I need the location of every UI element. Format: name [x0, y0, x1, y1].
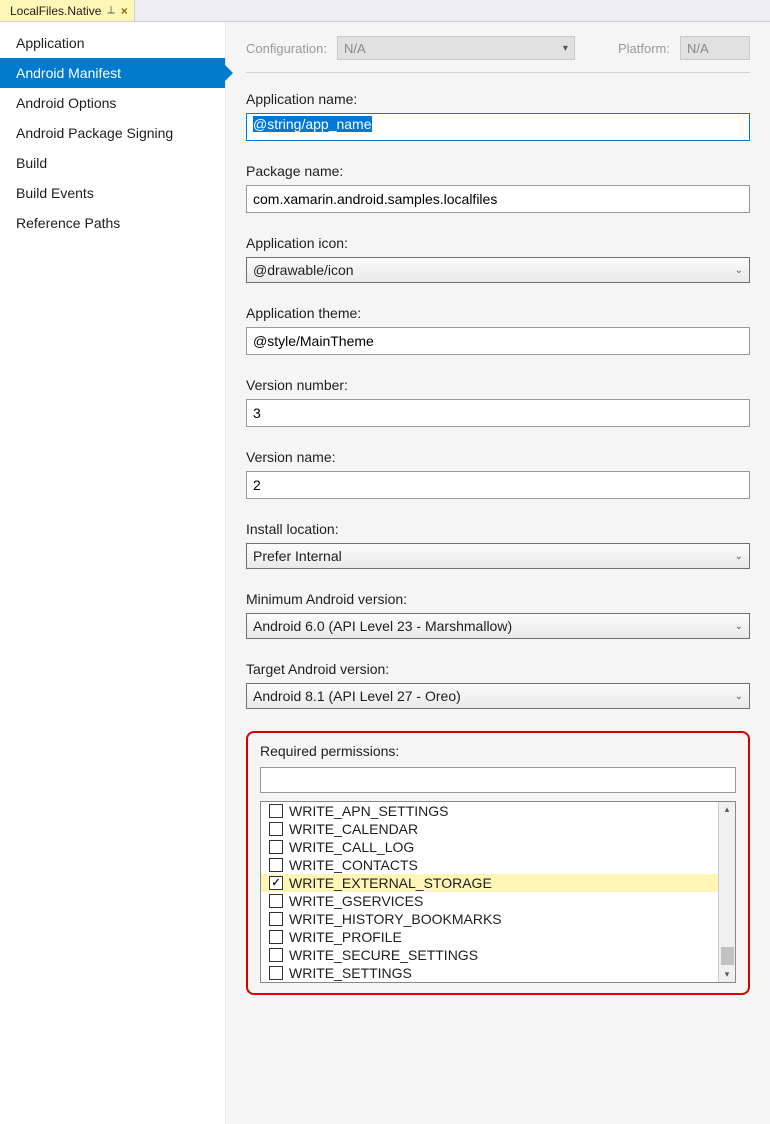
permission-checkbox[interactable]	[269, 858, 283, 872]
sidebar-item-application[interactable]: Application	[0, 28, 225, 58]
permission-checkbox[interactable]	[269, 804, 283, 818]
config-bar: Configuration: N/A ▾ Platform: N/A	[246, 36, 750, 73]
install-location-label: Install location:	[246, 521, 750, 537]
close-icon[interactable]: ×	[121, 4, 128, 18]
min-android-label: Minimum Android version:	[246, 591, 750, 607]
app-icon-dropdown[interactable]: @drawable/icon ⌄	[246, 257, 750, 283]
app-name-label: Application name:	[246, 91, 750, 107]
version-name-label: Version name:	[246, 449, 750, 465]
document-tab[interactable]: LocalFiles.Native ⟂ ×	[0, 0, 135, 21]
content-panel: Configuration: N/A ▾ Platform: N/A Appli…	[225, 22, 770, 1124]
version-name-input[interactable]	[246, 471, 750, 499]
permissions-list[interactable]: WRITE_APN_SETTINGS WRITE_CALENDAR WRITE_CA…	[261, 802, 718, 982]
sidebar-item-reference-paths[interactable]: Reference Paths	[0, 208, 225, 238]
permission-row[interactable]: WRITE_SETTINGS	[261, 964, 718, 982]
permission-name: WRITE_SECURE_SETTINGS	[289, 947, 478, 963]
version-number-label: Version number:	[246, 377, 750, 393]
permission-row[interactable]: WRITE_CALENDAR	[261, 820, 718, 838]
target-android-dropdown[interactable]: Android 8.1 (API Level 27 - Oreo) ⌄	[246, 683, 750, 709]
sidebar-item-android-package-signing[interactable]: Android Package Signing	[0, 118, 225, 148]
target-android-label: Target Android version:	[246, 661, 750, 677]
sidebar-item-build[interactable]: Build	[0, 148, 225, 178]
package-name-label: Package name:	[246, 163, 750, 179]
platform-dropdown: N/A	[680, 36, 750, 60]
permission-name: WRITE_EXTERNAL_STORAGE	[289, 875, 492, 891]
permission-checkbox[interactable]	[269, 876, 283, 890]
config-label: Configuration:	[246, 41, 327, 56]
permission-checkbox[interactable]	[269, 822, 283, 836]
permission-row[interactable]: WRITE_APN_SETTINGS	[261, 802, 718, 820]
permission-name: WRITE_CONTACTS	[289, 857, 418, 873]
permission-name: WRITE_CALL_LOG	[289, 839, 414, 855]
permission-name: WRITE_APN_SETTINGS	[289, 803, 448, 819]
permission-row[interactable]: WRITE_CONTACTS	[261, 856, 718, 874]
permission-name: WRITE_SETTINGS	[289, 965, 412, 981]
permission-name: WRITE_PROFILE	[289, 929, 402, 945]
pin-icon[interactable]: ⟂	[107, 4, 114, 17]
chevron-down-icon: ⌄	[735, 551, 743, 562]
chevron-down-icon: ⌄	[735, 691, 743, 702]
chevron-down-icon: ⌄	[735, 265, 743, 276]
permission-checkbox[interactable]	[269, 894, 283, 908]
app-name-input[interactable]: @string/app_name	[246, 113, 750, 141]
permission-row[interactable]: WRITE_HISTORY_BOOKMARKS	[261, 910, 718, 928]
permissions-label: Required permissions:	[260, 743, 736, 759]
sidebar-item-android-options[interactable]: Android Options	[0, 88, 225, 118]
package-name-input[interactable]	[246, 185, 750, 213]
permission-name: WRITE_GSERVICES	[289, 893, 423, 909]
scroll-down-icon[interactable]: ▾	[725, 967, 730, 982]
permission-row[interactable]: WRITE_GSERVICES	[261, 892, 718, 910]
sidebar-item-android-manifest[interactable]: Android Manifest	[0, 58, 225, 88]
app-icon-label: Application icon:	[246, 235, 750, 251]
chevron-down-icon: ⌄	[735, 621, 743, 632]
scrollbar[interactable]: ▴ ▾	[718, 802, 735, 982]
permission-row[interactable]: WRITE_EXTERNAL_STORAGE	[261, 874, 718, 892]
tab-bar: LocalFiles.Native ⟂ ×	[0, 0, 770, 22]
min-android-dropdown[interactable]: Android 6.0 (API Level 23 - Marshmallow)…	[246, 613, 750, 639]
app-theme-input[interactable]	[246, 327, 750, 355]
scroll-thumb[interactable]	[721, 947, 734, 965]
config-dropdown: N/A ▾	[337, 36, 575, 60]
permission-checkbox[interactable]	[269, 966, 283, 980]
required-permissions-group: Required permissions: WRITE_APN_SETTINGS…	[246, 731, 750, 995]
permission-name: WRITE_CALENDAR	[289, 821, 418, 837]
permission-checkbox[interactable]	[269, 840, 283, 854]
version-number-input[interactable]	[246, 399, 750, 427]
tab-title: LocalFiles.Native	[10, 4, 101, 18]
install-location-dropdown[interactable]: Prefer Internal ⌄	[246, 543, 750, 569]
permissions-search-input[interactable]	[260, 767, 736, 793]
app-theme-label: Application theme:	[246, 305, 750, 321]
permission-row[interactable]: WRITE_SECURE_SETTINGS	[261, 946, 718, 964]
permission-name: WRITE_HISTORY_BOOKMARKS	[289, 911, 502, 927]
platform-label: Platform:	[618, 41, 670, 56]
permission-checkbox[interactable]	[269, 912, 283, 926]
permission-row[interactable]: WRITE_CALL_LOG	[261, 838, 718, 856]
permission-checkbox[interactable]	[269, 930, 283, 944]
permission-row[interactable]: WRITE_PROFILE	[261, 928, 718, 946]
chevron-down-icon: ▾	[563, 43, 568, 54]
sidebar: ApplicationAndroid ManifestAndroid Optio…	[0, 22, 225, 1124]
permission-checkbox[interactable]	[269, 948, 283, 962]
sidebar-item-build-events[interactable]: Build Events	[0, 178, 225, 208]
scroll-up-icon[interactable]: ▴	[725, 802, 730, 817]
